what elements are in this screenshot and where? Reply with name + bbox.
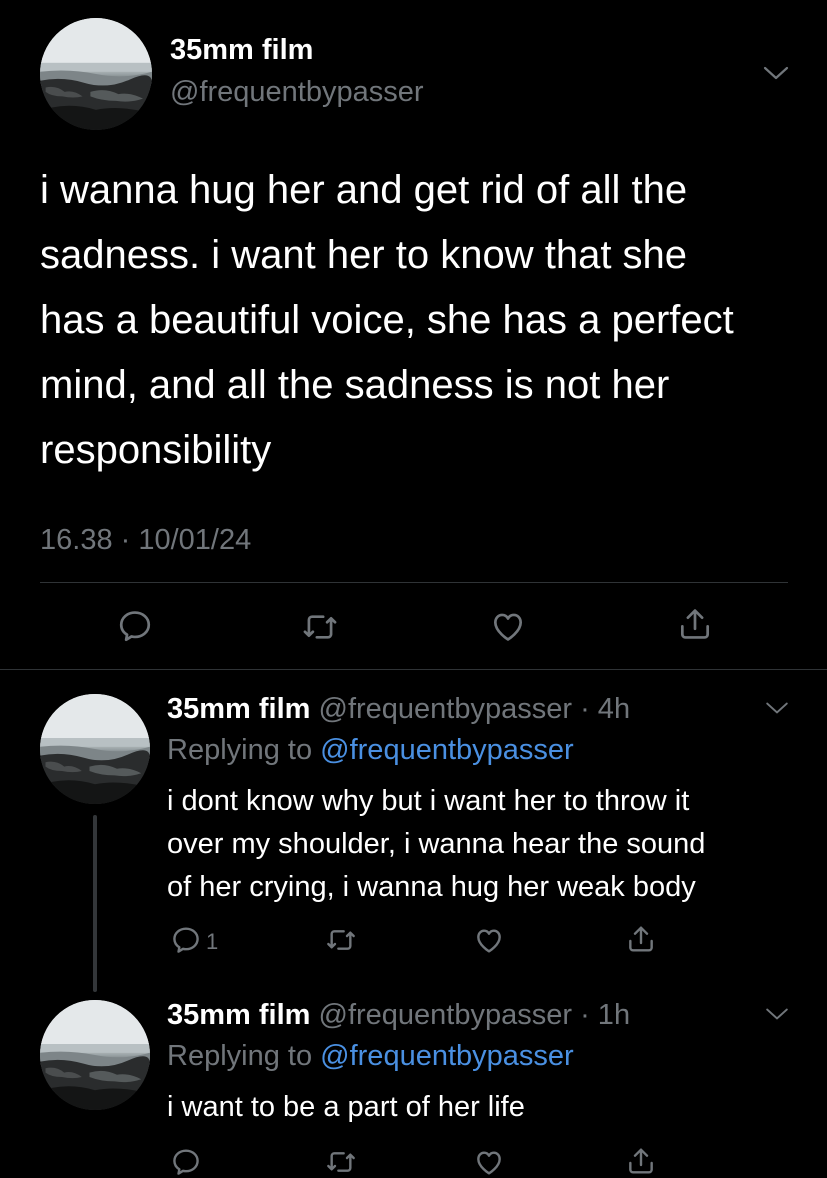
reply-text: i want to be a part of her life: [167, 1086, 797, 1129]
replying-prefix: Replying to: [167, 734, 313, 766]
replying-handle-link[interactable]: @frequentbypasser: [320, 734, 574, 766]
chevron-down-icon[interactable]: [764, 700, 790, 716]
reply-header: 35mm film @frequentbypasser · 4h: [167, 693, 630, 726]
replying-to: Replying to @frequentbypasser: [167, 1040, 574, 1073]
reply-icon[interactable]: [116, 607, 154, 645]
main-timestamp[interactable]: 16.38 · 10/01/24: [40, 524, 251, 557]
chevron-down-icon[interactable]: [762, 64, 790, 82]
reply-avatar[interactable]: [40, 1000, 150, 1110]
heart-icon[interactable]: [472, 1146, 506, 1178]
share-icon[interactable]: [625, 1144, 657, 1178]
share-icon[interactable]: [625, 922, 657, 956]
reply-avatar[interactable]: [40, 694, 150, 804]
reply-icon[interactable]: [170, 924, 202, 956]
replying-prefix: Replying to: [167, 1040, 313, 1072]
text-line: has a beautiful voice, she has a perfect: [40, 298, 734, 342]
chevron-down-icon[interactable]: [764, 1006, 790, 1022]
text-line: i want to be a part of her life: [167, 1091, 525, 1123]
reply-icon[interactable]: [170, 1146, 202, 1178]
beach-photo: [40, 694, 150, 804]
text-line: of her crying, i wanna hug her weak body: [167, 871, 696, 903]
section-divider: [0, 669, 827, 670]
text-line: over my shoulder, i wanna hear the sound: [167, 828, 706, 860]
text-line: i dont know why but i want her to throw …: [167, 785, 690, 817]
retweet-icon[interactable]: [324, 1146, 358, 1178]
text-line: responsibility: [40, 428, 272, 472]
replying-handle-link[interactable]: @frequentbypasser: [320, 1040, 574, 1072]
reply-handle-time[interactable]: @frequentbypasser · 4h: [319, 693, 631, 725]
reply-text: i dont know why but i want her to throw …: [167, 780, 797, 909]
beach-photo: [40, 1000, 150, 1110]
retweet-icon[interactable]: [324, 924, 358, 956]
heart-icon[interactable]: [488, 607, 528, 645]
thread-line: [93, 815, 97, 992]
main-avatar[interactable]: [40, 18, 152, 130]
text-line: sadness. i want her to know that she: [40, 233, 688, 277]
main-display-name[interactable]: 35mm film: [170, 34, 313, 67]
text-line: i wanna hug her and get rid of all the: [40, 168, 688, 212]
main-actions-divider: [40, 582, 788, 583]
main-handle[interactable]: @frequentbypasser: [170, 76, 424, 109]
reply-header: 35mm film @frequentbypasser · 1h: [167, 999, 630, 1032]
replying-to: Replying to @frequentbypasser: [167, 734, 574, 767]
beach-photo: [40, 18, 152, 130]
heart-icon[interactable]: [472, 924, 506, 956]
reply-display-name[interactable]: 35mm film: [167, 693, 310, 725]
text-line: mind, and all the sadness is not her: [40, 363, 670, 407]
share-icon[interactable]: [676, 604, 714, 644]
retweet-icon[interactable]: [300, 608, 340, 646]
main-tweet-text: i wanna hug her and get rid of all the s…: [40, 158, 800, 483]
reply-handle-time[interactable]: @frequentbypasser · 1h: [319, 999, 631, 1031]
reply-display-name[interactable]: 35mm film: [167, 999, 310, 1031]
reply-count: 1: [206, 929, 219, 954]
